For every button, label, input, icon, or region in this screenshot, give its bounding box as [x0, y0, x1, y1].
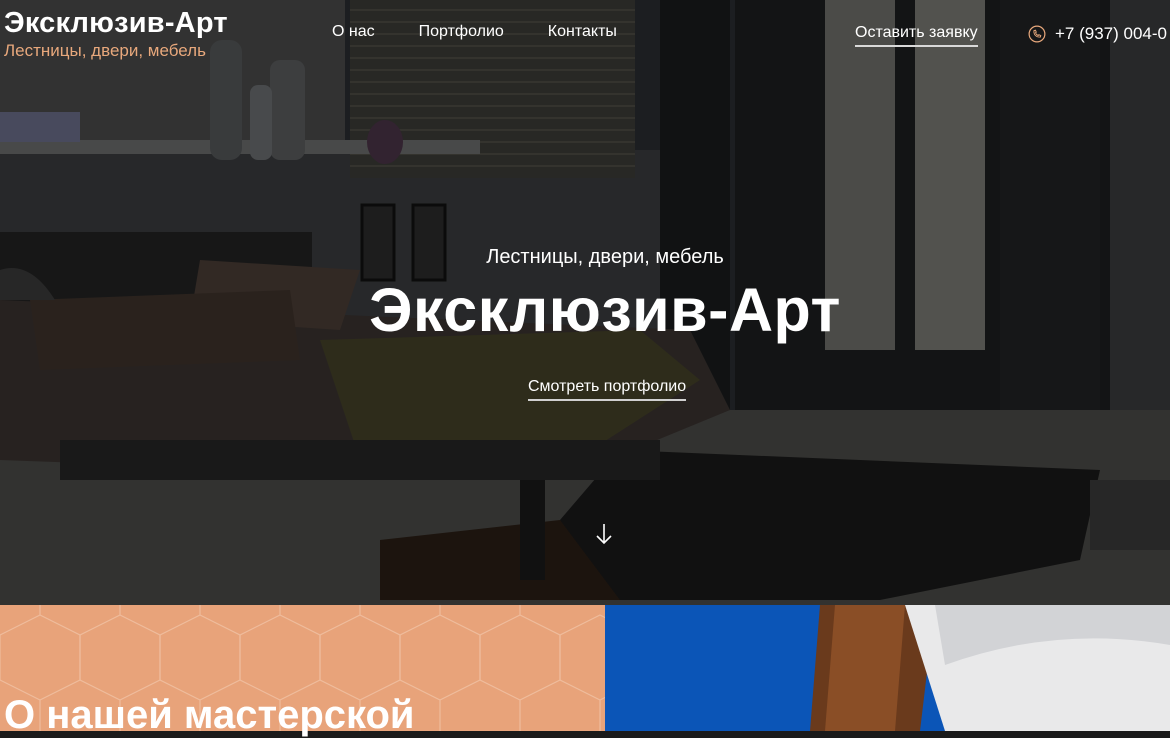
- arrow-down-icon[interactable]: [594, 522, 614, 546]
- phone-icon: [1028, 25, 1046, 43]
- hero-section: Эксклюзив-Арт Лестницы, двери, мебель О …: [0, 0, 1170, 605]
- view-portfolio-button[interactable]: Смотреть портфолио: [528, 378, 687, 401]
- site-logo[interactable]: Эксклюзив-Арт Лестницы, двери, мебель: [4, 6, 228, 61]
- workshop-photo: [605, 605, 1170, 731]
- nav-link-about[interactable]: О нас: [332, 23, 375, 41]
- main-nav: О нас Портфолио Контакты: [332, 23, 617, 41]
- hero-title: Эксклюзив-Арт: [369, 276, 841, 344]
- phone-number: +7 (937) 004-0: [1055, 24, 1167, 43]
- nav-link-portfolio[interactable]: Портфолио: [419, 23, 504, 41]
- hero-subtitle: Лестницы, двери, мебель: [486, 246, 724, 268]
- roof-image: [605, 605, 1170, 731]
- logo-tagline: Лестницы, двери, мебель: [4, 41, 206, 60]
- leave-request-link[interactable]: Оставить заявку: [855, 24, 978, 47]
- logo-title: Эксклюзив-Арт: [4, 7, 228, 39]
- phone-link[interactable]: +7 (937) 004-0: [1028, 24, 1167, 44]
- nav-link-contacts[interactable]: Контакты: [548, 23, 617, 41]
- about-heading: О нашей мастерской: [4, 693, 415, 737]
